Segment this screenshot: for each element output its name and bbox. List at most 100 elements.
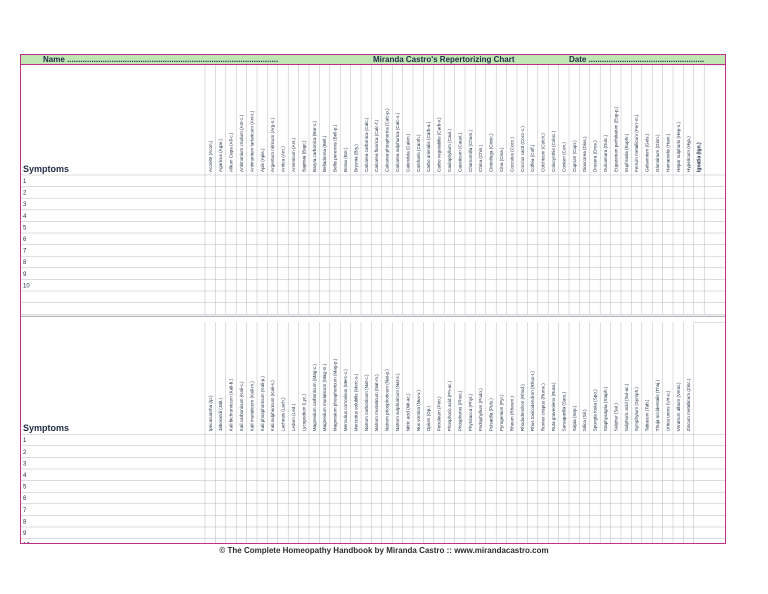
- remedy-label: Calcarea phosphorica (Calc-p.): [385, 108, 390, 172]
- remedy-label: Ruta graveolens (Ruta.): [551, 382, 556, 431]
- row-number: 4: [23, 214, 27, 220]
- remedy-label: Dioscorea (Dios.): [582, 136, 587, 172]
- remedy-label: Kali phosphoricum (Kali-p.): [260, 376, 265, 432]
- remedy-label: Magnesium muriaticum (Mag-m.): [322, 363, 327, 431]
- row-number: 3: [23, 202, 27, 208]
- remedy-label: Staphysagria (Staph.): [603, 386, 608, 431]
- remedy-label: Calcarea sulphurica (Calc-s.): [395, 112, 400, 172]
- remedy-label: Lycopodium (Lyc.): [301, 394, 306, 432]
- remedy-label: Aconite (Acon.): [208, 140, 213, 172]
- remedy-label: Arnica (Arn.): [281, 146, 286, 172]
- remedy-label: Phosphorus (Phos.): [457, 390, 462, 431]
- remedy-label: Ferrum metallicum (Ferr-m.): [634, 114, 639, 172]
- remedy-label: Natrum muriaticum (Nat-m.): [374, 374, 379, 431]
- remedy-label: Pyrogenium (Pyr.): [499, 394, 504, 431]
- row-number: 4: [23, 473, 27, 479]
- remedy-label: Mercurius corrosivus (Merc-c.): [343, 369, 348, 431]
- copyright-footer: © The Complete Homeopathy Handbook by Mi…: [219, 546, 549, 555]
- remedy-label: Bryonia (Bry.): [353, 144, 358, 172]
- row-number: 5: [23, 485, 27, 491]
- remedy-label: Magnesium phosphoricum (Mag-p.): [333, 358, 338, 431]
- remedy-label: Colocynthis (Coloc.): [551, 130, 556, 172]
- remedy-label: Kali muriaticum (Kali-m.): [249, 381, 254, 431]
- remedy-label: Arsenicum (Ars.): [291, 137, 296, 172]
- remedy-label: Ignatia (Ign.): [697, 142, 703, 172]
- remedy-label: Cuprum (Cupr.): [572, 140, 577, 172]
- remedy-label: Rumex crispus (Rumx.): [541, 383, 546, 431]
- remedy-label: Cimicifuga (Cimic.): [489, 133, 494, 172]
- row-number: 5: [23, 225, 27, 231]
- remedy-label: Pulsatilla (Puls.): [489, 398, 494, 431]
- remedy-label: Urtica urens (Urt-u.): [665, 390, 670, 431]
- remedy-label: Coccus cacti (Cocc-c.): [520, 126, 525, 172]
- remedy-label: Euphrasia (Euphr.): [624, 133, 629, 172]
- remedy-label: Cantharis (Canth.): [416, 134, 421, 172]
- remedy-label: Cina (Cina.): [499, 147, 504, 172]
- remedy-label: Podophyllum (Podo.): [478, 388, 483, 431]
- remedy-label: Jaborandi (Jab.): [218, 398, 223, 432]
- remedy-label: Rhus toxicodendron (Rhus-t.): [530, 371, 535, 431]
- remedy-label: Carbo animalis (Carb-a.): [426, 121, 431, 172]
- remedy-label: Nux vomica (Nux-v.): [416, 389, 421, 431]
- chart-title: Miranda Castro's Repertorizing Chart: [373, 55, 515, 64]
- remedy-label: Natrum carbonicum (Nat-c.): [364, 374, 369, 431]
- remedy-label: Kali carbonicum (Kali-c.): [239, 381, 244, 431]
- remedy-label: Lachesis (Lach.): [281, 397, 286, 431]
- remedy-label: Tabacum (Tab.): [645, 399, 650, 431]
- row-number: 9: [23, 272, 27, 278]
- remedy-label: Antimonium tartaricum (Ant-t.): [249, 110, 254, 172]
- remedy-label: Calcarea carbonica (Calc.): [364, 117, 369, 172]
- remedy-label: Apis (Apis.): [260, 148, 265, 172]
- remedy-label: Natrum phosphoricum (Nat-p.): [385, 369, 390, 432]
- remedy-label: Gelsemium (Gels.): [645, 133, 650, 172]
- row-number: 2: [23, 450, 27, 456]
- header-bar: Name ...................................…: [21, 55, 725, 65]
- remedy-label: Belladonna (Bell.): [322, 135, 327, 172]
- remedy-label: Causticum (Caust.): [457, 132, 462, 172]
- remedy-label: Glonoinum (Glon.): [655, 134, 660, 172]
- remedy-label: Kali bichromicum (Kali-b.): [229, 378, 234, 431]
- symptoms-heading: Symptoms: [23, 164, 69, 174]
- remedy-label: Cocculus (Cocc.): [509, 137, 514, 172]
- row-number: 2: [23, 191, 27, 197]
- remedy-label: Veratrum album (Verat.): [676, 382, 681, 431]
- remedy-label: Phytolacca (Phyt.): [468, 393, 473, 431]
- name-field[interactable]: Name ...................................…: [43, 55, 278, 65]
- symptoms-heading: Symptoms: [23, 423, 69, 433]
- remedy-label: Carbo vegetabilis (Carb-v.): [437, 117, 442, 172]
- row-number: 8: [23, 519, 27, 525]
- remedy-label: Ipecacuanha (Ip.): [208, 395, 213, 431]
- row-number: 7: [23, 508, 27, 514]
- remedy-label: Baptisia (Bapt.): [301, 140, 306, 172]
- remedy-label: Kali sulphuricum (Kali-s.): [270, 380, 275, 431]
- remedy-label: Colchicum (Colch.): [541, 133, 546, 172]
- remedy-label: Zincum metallicum (Zinc.): [686, 378, 691, 431]
- remedy-label: Opium (Op.): [426, 405, 431, 431]
- row-number: 1: [23, 438, 27, 444]
- remedy-label: Agaricus (Agar.): [218, 139, 223, 172]
- remedy-label: Petroleum (Petr.): [437, 396, 442, 431]
- remedy-label: Chamomilla (Cham.): [468, 129, 473, 172]
- remedy-label: Hypericum (Hyp.): [686, 136, 691, 172]
- remedy-label: Coffea (Coff.): [530, 144, 535, 172]
- row-number: 1: [23, 179, 27, 185]
- remedy-label: Rhododendron (Rhod.): [520, 384, 525, 431]
- remedy-label: Hamamelis (Ham.): [665, 133, 670, 172]
- remedy-label: Spongia tosta (Spo.): [593, 389, 598, 431]
- remedy-label: Phosphoric acid (Ph-ac.): [447, 380, 452, 431]
- remedy-label: Nitric acid (Nit-ac.): [405, 393, 410, 431]
- remedy-label: Sepia (Sep.): [572, 405, 577, 431]
- remedy-label: Baryta carbonica (Bar-c.): [312, 120, 317, 172]
- row-number: 10: [23, 283, 30, 289]
- row-number: 8: [23, 260, 27, 266]
- remedy-label: Caulophyllum (Caul.): [447, 129, 452, 172]
- row-number: 9: [23, 531, 27, 537]
- chart-frame: Name ...................................…: [20, 54, 726, 544]
- remedy-label: Natrum sulphuricum (Nat-s.): [395, 373, 400, 431]
- remedy-label: Sulphuric acid (Sul-ac.): [624, 383, 629, 431]
- remedy-label: Argentum nitricum (Arg-n.): [270, 117, 275, 172]
- remedy-label: Bellis perennis (Bell-p.): [333, 124, 338, 172]
- row-number: 3: [23, 461, 27, 467]
- remedy-label: Eupatorium perfoliatum (Eup-p.): [613, 106, 618, 172]
- date-field[interactable]: Date ...................................…: [569, 55, 704, 65]
